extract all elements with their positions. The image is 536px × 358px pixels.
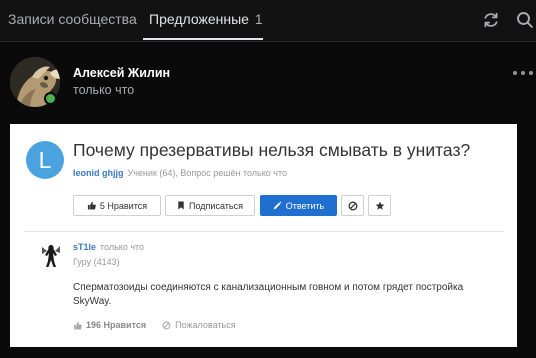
thumbs-up-icon <box>87 201 96 210</box>
star-icon <box>375 201 384 210</box>
tab-count-badge: 1 <box>254 11 263 27</box>
answer-likes: 196 Нравится <box>86 320 147 330</box>
author-name[interactable]: Алексей Жилин <box>73 66 170 80</box>
answer-author: sT1le только что <box>73 242 144 252</box>
tab-label: Предложенные <box>149 11 249 27</box>
answer-button: Ответить <box>260 195 337 216</box>
refresh-icon[interactable] <box>481 10 501 30</box>
report-icon <box>162 321 171 329</box>
favorite-button <box>368 195 391 216</box>
tab-community-posts[interactable]: Записи сообщества <box>8 11 137 27</box>
search-icon[interactable] <box>515 10 535 30</box>
answer-author-rank: Гуру (4143) <box>73 257 120 267</box>
question-username: leonid ghjjg <box>73 168 124 178</box>
bookmark-icon <box>178 201 184 210</box>
divider <box>24 231 504 232</box>
answer-button-label: Ответить <box>285 200 325 211</box>
subscribe-button: Подписаться <box>165 195 255 216</box>
answer-author-nick: sT1le <box>73 242 97 252</box>
pencil-icon <box>273 201 282 210</box>
answer-footer: 196 Нравится Пожаловаться <box>73 320 236 330</box>
answer-text: Сперматозоиды соединяются с канализацион… <box>73 282 464 307</box>
subscribe-button-label: Подписаться <box>189 200 243 211</box>
more-horizontal-icon[interactable] <box>512 69 534 77</box>
question-title: Почему презервативы нельзя смывать в уни… <box>73 140 471 160</box>
like-button-label: 5 Нравится <box>99 200 148 211</box>
tab-suggested[interactable]: Предложенные 1 <box>149 11 263 27</box>
tab-label: Записи сообщества <box>8 11 137 27</box>
post-time[interactable]: только что <box>73 83 134 97</box>
block-button <box>341 195 364 216</box>
post-image[interactable]: L Почему презервативы нельзя смывать в у… <box>10 124 517 347</box>
online-indicator <box>44 92 57 105</box>
block-icon <box>348 201 357 210</box>
answer-time: только что <box>100 242 145 252</box>
like-button: 5 Нравится <box>73 195 161 216</box>
active-tab-indicator <box>143 38 263 40</box>
answer-author-avatar <box>39 242 63 268</box>
tabs-bar: Записи сообщества Предложенные 1 <box>0 0 536 42</box>
question-user-meta: Ученик (64), Вопрос решён только что <box>127 168 287 178</box>
suggested-post: Алексей Жилин только что L Почему презер… <box>0 42 536 358</box>
question-meta: leonid ghjjg Ученик (64), Вопрос решён то… <box>73 168 287 178</box>
question-author-avatar: L <box>26 141 64 179</box>
report-link: Пожаловаться <box>175 320 236 330</box>
thumbs-up-icon <box>73 321 82 330</box>
